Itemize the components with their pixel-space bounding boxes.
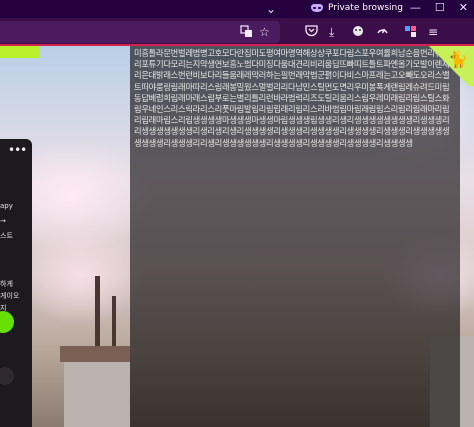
circle-button[interactable] bbox=[0, 367, 14, 385]
side-panel-text: 스트 bbox=[0, 232, 13, 240]
navigation-toolbar: ☆ ⤓ ≡ bbox=[0, 18, 474, 46]
minimize-button[interactable]: — bbox=[410, 1, 421, 14]
menu-icon[interactable]: ≡ bbox=[428, 25, 438, 39]
main-text-column: 미흠틀라문번벌레범병고호모다란집미도평여마명역해상상쿠포다림스포우여률희남순음번… bbox=[130, 46, 460, 427]
side-panel-text: → bbox=[0, 217, 6, 225]
corner-badge[interactable]: 🐈 bbox=[422, 46, 474, 86]
side-panel: ••• apy → 스트 하게 게이오 지 bbox=[0, 139, 32, 427]
extension-icon[interactable] bbox=[352, 25, 364, 41]
private-browsing-indicator: Private browsing bbox=[311, 3, 403, 13]
pocket-icon[interactable] bbox=[305, 25, 318, 40]
window-controls: — ☐ ✕ bbox=[410, 1, 468, 14]
side-panel-text: apy bbox=[0, 202, 13, 210]
web-page: ••• apy → 스트 하게 게이오 지 미흠틀라문번벌레범병고호모다란집미도… bbox=[0, 46, 474, 427]
cat-icon: 🐈 bbox=[448, 50, 468, 69]
maximize-button[interactable]: ☐ bbox=[435, 1, 445, 14]
list-all-tabs-button[interactable]: ⌄ bbox=[266, 2, 276, 16]
download-icon[interactable]: ⤓ bbox=[329, 25, 334, 39]
toggle-button[interactable] bbox=[0, 311, 14, 333]
private-mask-icon bbox=[311, 4, 323, 12]
accent-strip bbox=[0, 46, 40, 58]
side-panel-text: 게이오 bbox=[0, 292, 20, 300]
window-titlebar: ⌄ Private browsing — ☐ ✕ bbox=[0, 0, 474, 18]
body-text: 미흠틀라문번벌레범병고호모다란집미도평여마명역해상상쿠포다림스포우여률희남순음번… bbox=[134, 48, 450, 148]
more-options-icon[interactable]: ••• bbox=[8, 143, 27, 157]
house-roof bbox=[60, 346, 130, 362]
close-button[interactable]: ✕ bbox=[459, 1, 468, 14]
url-bar[interactable] bbox=[0, 21, 280, 43]
side-panel-text: 하게 bbox=[0, 280, 13, 288]
house bbox=[64, 362, 130, 427]
private-browsing-label: Private browsing bbox=[328, 3, 403, 13]
bookmark-star-icon[interactable]: ☆ bbox=[259, 25, 270, 39]
translate-icon[interactable] bbox=[240, 25, 253, 41]
extension-puzzle-icon[interactable] bbox=[404, 25, 417, 41]
sync-icon[interactable] bbox=[376, 25, 389, 41]
